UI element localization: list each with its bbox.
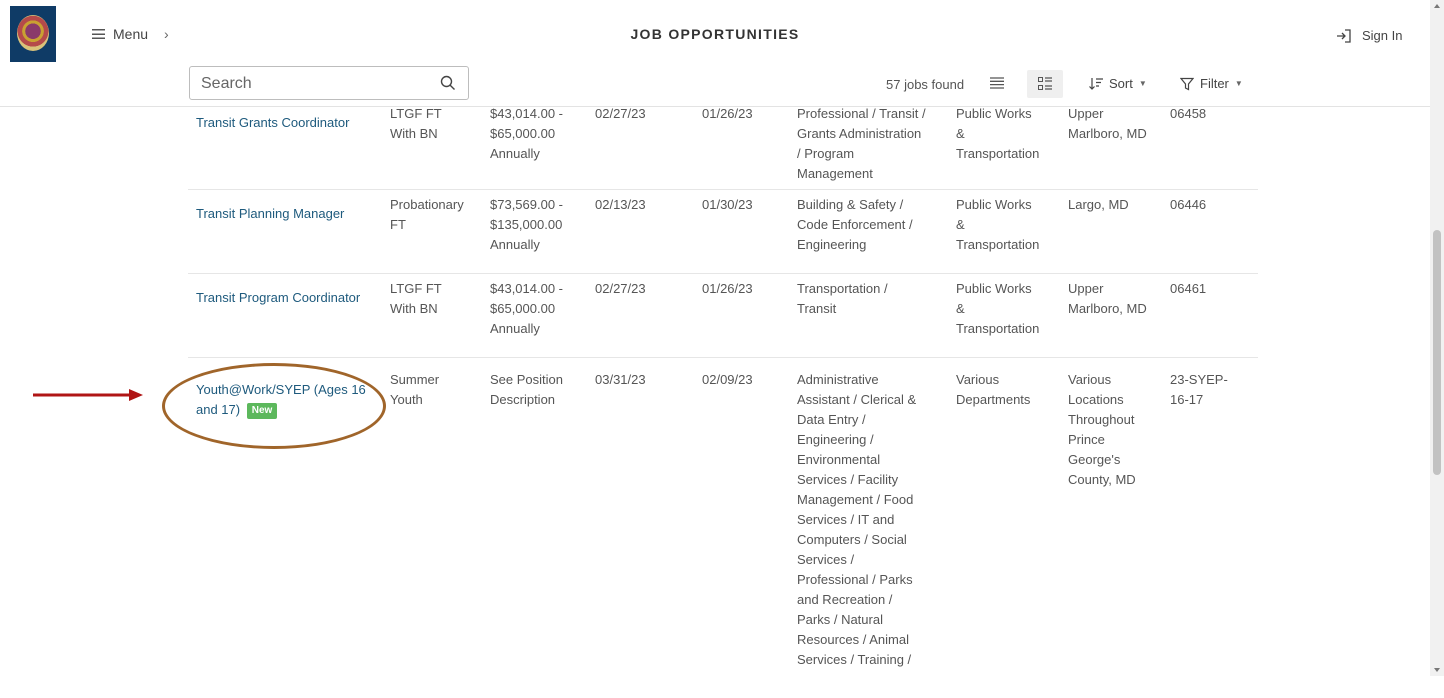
sign-in-label: Sign In bbox=[1362, 28, 1403, 43]
posted-date: 02/09/23 bbox=[702, 372, 753, 387]
sign-in-icon bbox=[1337, 28, 1351, 43]
job-category: Building & Safety / Code Enforcement / Eng… bbox=[797, 197, 913, 252]
job-number: 06461 bbox=[1170, 281, 1207, 296]
job-salary: $73,569.00 - $135,000.00 Annually bbox=[490, 197, 564, 252]
closing-date: 02/13/23 bbox=[595, 197, 646, 212]
posted-date: 01/30/23 bbox=[702, 197, 753, 212]
caret-down-icon: ▼ bbox=[1138, 79, 1147, 88]
job-salary: See Position Description bbox=[490, 372, 563, 407]
sort-dropdown[interactable]: Sort ▼ bbox=[1089, 76, 1147, 91]
search-input[interactable] bbox=[201, 75, 431, 93]
card-view-button[interactable] bbox=[1027, 70, 1063, 98]
job-category: Transportation / Transit bbox=[797, 281, 888, 316]
filter-label: Filter bbox=[1200, 76, 1229, 91]
job-number: 23-SYEP- 16-17 bbox=[1170, 372, 1228, 407]
table-row[interactable]: Youth@Work/SYEP (Ages 16 and 17) New Sum… bbox=[188, 358, 1258, 698]
table-row[interactable]: Transit Planning Manager Probationary FT … bbox=[188, 190, 1258, 274]
search-box[interactable] bbox=[189, 66, 469, 100]
table-row[interactable]: Transit Program Coordinator LTGF FT With … bbox=[188, 274, 1258, 358]
job-results-table: Transit Grants Coordinator LTGF FT With B… bbox=[188, 106, 1258, 698]
closing-date: 02/27/23 bbox=[595, 106, 646, 121]
card-view-icon bbox=[1038, 77, 1052, 90]
jobs-found-count: 57 jobs found bbox=[886, 77, 965, 92]
posted-date: 01/26/23 bbox=[702, 281, 753, 296]
job-type: Summer Youth bbox=[390, 372, 440, 407]
red-arrow-annotation bbox=[33, 389, 143, 401]
caret-down-icon: ▼ bbox=[1234, 79, 1243, 88]
job-salary: $43,014.00 - $65,000.00 Annually bbox=[490, 281, 564, 336]
closing-date: 02/27/23 bbox=[595, 281, 646, 296]
job-department: Public Works & Transportation bbox=[956, 197, 1040, 252]
job-location: Various Locations Throughout Prince George'… bbox=[1068, 372, 1136, 487]
closing-date: 03/31/23 bbox=[595, 372, 646, 387]
top-header: Menu › JOB OPPORTUNITIES Sign In bbox=[0, 0, 1430, 64]
job-type: LTGF FT With BN bbox=[390, 281, 442, 316]
job-title-link[interactable]: Transit Program Coordinator bbox=[196, 288, 386, 308]
job-title-link[interactable]: Transit Planning Manager bbox=[196, 204, 376, 224]
list-view-icon[interactable] bbox=[990, 77, 1004, 89]
search-icon[interactable] bbox=[440, 75, 456, 91]
job-type: LTGF FT With BN bbox=[390, 106, 442, 141]
sort-icon bbox=[1089, 77, 1103, 90]
job-number: 06446 bbox=[1170, 197, 1207, 212]
scrollbar-thumb[interactable] bbox=[1433, 230, 1441, 475]
scroll-down-arrow-icon[interactable] bbox=[1434, 668, 1440, 672]
new-badge: New bbox=[246, 403, 278, 419]
job-location: Upper Marlboro, MD bbox=[1068, 281, 1147, 316]
job-location: Upper Marlboro, MD bbox=[1068, 106, 1147, 141]
job-department: Public Works & Transportation bbox=[956, 106, 1040, 161]
job-category: Administrative Assistant / Clerical & Data… bbox=[797, 372, 917, 667]
filter-dropdown[interactable]: Filter ▼ bbox=[1180, 76, 1243, 91]
results-toolbar: 57 jobs found Sort ▼ Filter ▼ bbox=[0, 64, 1430, 107]
sign-in-button[interactable]: Sign In bbox=[1336, 28, 1402, 43]
job-category: Professional / Transit / Grants Administr… bbox=[797, 106, 926, 181]
job-location: Largo, MD bbox=[1068, 197, 1129, 212]
job-type: Probationary FT bbox=[390, 197, 464, 232]
table-row[interactable]: Transit Grants Coordinator LTGF FT With B… bbox=[188, 106, 1258, 190]
job-department: Various Departments bbox=[956, 372, 1031, 407]
sort-label: Sort bbox=[1109, 76, 1133, 91]
job-title-link[interactable]: Youth@Work/SYEP (Ages 16 and 17) New bbox=[196, 380, 381, 420]
job-salary: $43,014.00 - $65,000.00 Annually bbox=[490, 106, 564, 161]
job-department: Public Works & Transportation bbox=[956, 281, 1040, 336]
page-title: JOB OPPORTUNITIES bbox=[630, 26, 800, 42]
posted-date: 01/26/23 bbox=[702, 106, 753, 121]
vertical-scrollbar[interactable] bbox=[1430, 0, 1444, 676]
job-title-link[interactable]: Transit Grants Coordinator bbox=[196, 113, 376, 133]
filter-icon bbox=[1180, 77, 1194, 90]
scroll-up-arrow-icon[interactable] bbox=[1434, 4, 1440, 8]
job-number: 06458 bbox=[1170, 106, 1207, 121]
